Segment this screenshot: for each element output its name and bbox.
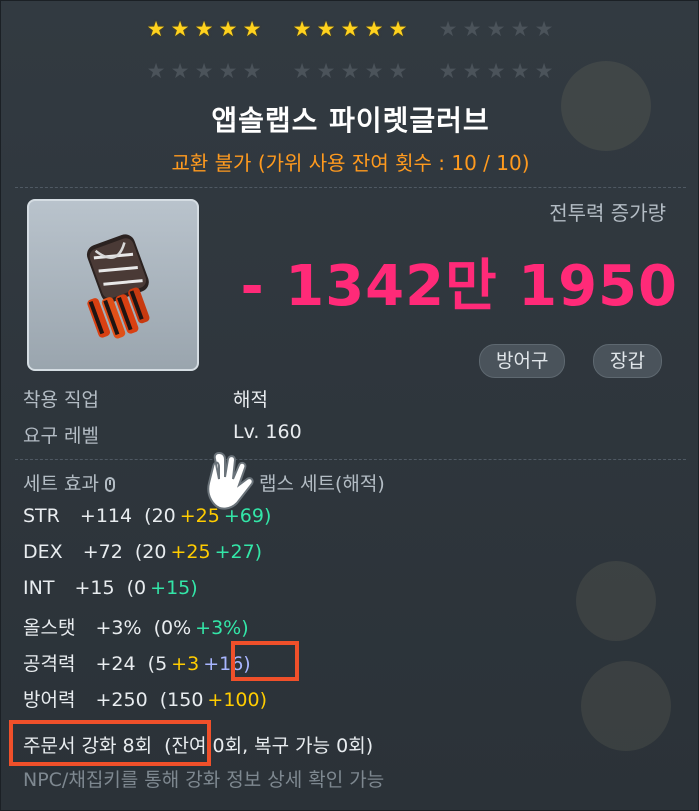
stat-row-dex: DEX +72 (20 +25 +27) [23,541,262,563]
stat-name: INT [23,577,55,599]
star-empty-icon: ★ [146,59,167,83]
star-empty-icon: ★ [462,59,483,83]
stat-name: 공격력 [23,653,76,675]
star-group: ★ ★ ★ ★ ★ [437,59,557,83]
stat-bonus-scroll: +27) [214,541,263,563]
star-empty-icon: ★ [340,59,361,83]
stat-bonus-scroll: +15) [150,577,198,599]
star-group: ★ ★ ★ ★ ★ [145,59,265,83]
background-emblem [576,561,656,641]
star-empty-icon: ★ [486,17,507,41]
star-empty-icon: ★ [364,59,385,83]
star-empty-icon: ★ [242,59,263,83]
divider [15,187,686,188]
stat-name: STR [23,505,60,527]
mouse-icon [104,477,115,492]
level-value: Lv. 160 [233,421,302,443]
star-empty-icon: ★ [534,59,555,83]
star-empty-icon: ★ [462,17,483,41]
stat-bonus-flame: +25 [170,541,211,563]
stat-total: +72 [82,541,123,563]
star-icon: ★ [292,17,313,41]
job-label: 착용 직업 [23,389,99,411]
star-empty-icon: ★ [292,59,313,83]
starforce-row-1: ★ ★ ★ ★ ★ ★ ★ ★ ★ ★ ★ ★ ★ ★ ★ [1,17,698,41]
starforce-row-2: ★ ★ ★ ★ ★ ★ ★ ★ ★ ★ ★ ★ ★ ★ ★ [1,59,698,83]
trade-restriction: 교환 불가 (가위 사용 잔여 횟수 : 10 / 10) [171,151,530,175]
stat-base: (20 [144,505,176,527]
star-group: ★ ★ ★ ★ ★ [437,17,557,41]
star-icon: ★ [388,17,409,41]
set-effect-row[interactable]: 세트 효과 랩스 세트(해적) [23,469,683,496]
tag-armor: 방어구 [479,344,566,378]
item-name: 앱솔랩스 파이렛글러브 [211,104,490,137]
combat-power-value: - 1342만 1950 [240,254,678,319]
combat-power-label: 전투력 증가량 [549,201,666,225]
stat-total: +24 [95,653,136,675]
stat-bonus-flame: +3 [171,653,200,675]
star-empty-icon: ★ [534,17,555,41]
set-effect-value: 랩스 세트(해적) [259,473,385,495]
highlight-box [231,641,299,681]
background-emblem [581,661,671,751]
tag-gloves: 장갑 [593,344,662,378]
star-empty-icon: ★ [218,59,239,83]
stat-total: +114 [79,505,133,527]
star-group: ★ ★ ★ ★ ★ [145,17,265,41]
star-empty-icon: ★ [486,59,507,83]
star-icon: ★ [194,17,215,41]
item-tooltip: ★ ★ ★ ★ ★ ★ ★ ★ ★ ★ ★ ★ ★ ★ ★ ★ ★ ★ ★ ★ ★ ★ ★ ★ ★ ★ ★ ★ ★ ★ 앱솔랩스… [0,0,699,811]
highlight-box [9,720,211,766]
level-requirement: 요구 레벨 Lv. 160 [23,421,683,448]
stat-base: (150 [159,689,204,711]
stat-name: 올스탯 [23,617,76,639]
stat-total: +15 [74,577,115,599]
star-group: ★ ★ ★ ★ ★ [291,17,411,41]
star-empty-icon: ★ [438,59,459,83]
job-requirement: 착용 직업 해적 [23,385,683,412]
star-icon: ★ [170,17,191,41]
stat-total: +250 [95,689,148,711]
hand-cursor-icon [207,451,254,510]
star-icon: ★ [364,17,385,41]
star-icon: ★ [218,17,239,41]
star-empty-icon: ★ [388,59,409,83]
stat-total: +3% [95,617,142,639]
stat-base: (0 [126,577,147,599]
stat-bonus-scroll: +3%) [195,617,249,639]
star-empty-icon: ★ [438,17,459,41]
stat-base: (20 [134,541,167,563]
star-empty-icon: ★ [170,59,191,83]
stat-base: (5 [147,653,168,675]
star-empty-icon: ★ [510,59,531,83]
stat-row-attack: 공격력 +24 (5 +3 +16) [23,649,251,676]
hint-text: NPC/채집키를 통해 강화 정보 상세 확인 가능 [23,769,385,791]
stat-name: 방어력 [23,689,76,711]
glove-icon [86,234,150,339]
star-icon: ★ [316,17,337,41]
job-value: 해적 [233,389,268,411]
star-icon: ★ [146,17,167,41]
divider [15,459,686,460]
stat-bonus-flame: +100) [207,689,268,711]
star-empty-icon: ★ [194,59,215,83]
star-icon: ★ [340,17,361,41]
star-group: ★ ★ ★ ★ ★ [291,59,411,83]
level-label: 요구 레벨 [23,425,99,447]
stat-row-allstat: 올스탯 +3% (0% +3%) [23,613,249,640]
star-empty-icon: ★ [316,59,337,83]
item-icon-frame [27,199,199,371]
set-effect-label: 세트 효과 [23,473,99,495]
star-empty-icon: ★ [510,17,531,41]
stat-row-defense: 방어력 +250 (150 +100) [23,685,267,712]
stat-name: DEX [23,541,63,563]
stat-row-int: INT +15 (0 +15) [23,577,198,599]
stat-base: (0% [153,617,192,639]
star-icon: ★ [242,17,263,41]
